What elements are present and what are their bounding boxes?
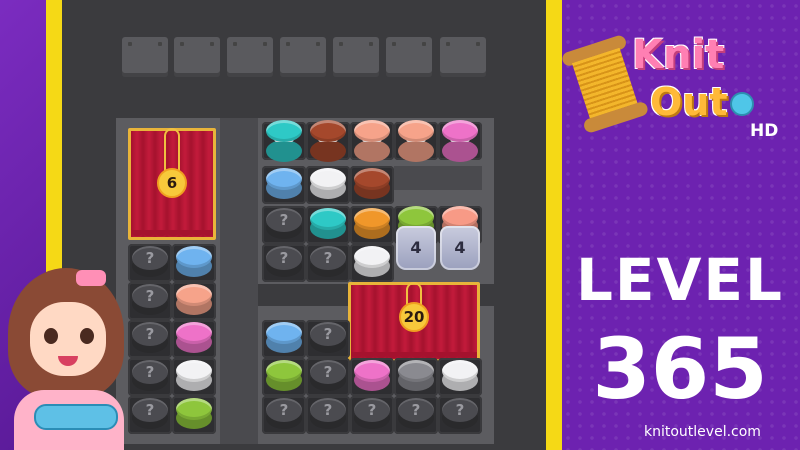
blue-spool[interactable] xyxy=(176,246,212,278)
mystery-spool[interactable]: ? xyxy=(266,246,302,278)
brown-spool[interactable] xyxy=(354,168,390,200)
curtain-count-badge: 6 xyxy=(157,168,187,198)
holding-slot[interactable] xyxy=(280,37,326,77)
logo-hd: HD xyxy=(750,121,779,141)
game-logo: Knit Out HD xyxy=(560,28,786,148)
holding-slot[interactable] xyxy=(174,37,220,77)
curtain-valance xyxy=(131,230,213,240)
curtain-rope xyxy=(164,128,180,172)
orange-spool[interactable] xyxy=(354,208,390,240)
lime-spool[interactable] xyxy=(266,360,302,392)
pink-spool-stack[interactable] xyxy=(442,120,478,164)
lime-spool[interactable] xyxy=(176,398,212,430)
blue-spool[interactable] xyxy=(266,322,302,354)
sewing-button-icon xyxy=(730,92,754,116)
blue-spool[interactable] xyxy=(266,168,302,200)
mascot-eye xyxy=(80,328,94,344)
tray-wall xyxy=(394,166,482,190)
website-watermark: knitoutlevel.com xyxy=(644,424,761,440)
mystery-spool[interactable]: ? xyxy=(310,360,346,392)
peach-spool-stack[interactable] xyxy=(354,120,390,164)
game-controller-icon xyxy=(34,404,118,430)
mystery-spool[interactable]: ? xyxy=(310,322,346,354)
logo-word-out: Out xyxy=(650,80,728,124)
mystery-spool[interactable]: ? xyxy=(398,398,434,430)
logo-word-knit: Knit xyxy=(632,32,725,78)
white-spool[interactable] xyxy=(310,168,346,200)
pink-spool[interactable] xyxy=(354,360,390,392)
mystery-spool[interactable]: ? xyxy=(310,398,346,430)
holding-slot[interactable] xyxy=(386,37,432,77)
mystery-spool[interactable]: ? xyxy=(310,246,346,278)
teal-spool-stack[interactable] xyxy=(266,120,302,164)
mystery-spool[interactable]: ? xyxy=(266,398,302,430)
curtain-count-badge: 20 xyxy=(399,302,429,332)
level-number: 365 xyxy=(592,320,768,418)
tray-divider xyxy=(220,118,258,444)
mascot-eye xyxy=(44,328,58,344)
hair-bow xyxy=(76,270,106,286)
mascot-girl xyxy=(0,262,140,450)
game-screen: 6 ? ? ? ? ? ? ? ? 4 4 20 ? ? ? ? ? ? ? K… xyxy=(0,0,800,450)
white-spool[interactable] xyxy=(442,360,478,392)
white-spool[interactable] xyxy=(176,360,212,392)
holding-slot[interactable] xyxy=(333,37,379,77)
yarn-jar[interactable]: 4 xyxy=(396,226,436,270)
yarn-jar[interactable]: 4 xyxy=(440,226,480,270)
mystery-spool[interactable]: ? xyxy=(266,208,302,240)
brown-spool-stack[interactable] xyxy=(310,120,346,164)
peach-spool-stack[interactable] xyxy=(398,120,434,164)
pink-spool[interactable] xyxy=(176,322,212,354)
mystery-spool[interactable]: ? xyxy=(354,398,390,430)
holding-slot[interactable] xyxy=(122,37,168,77)
gray-spool[interactable] xyxy=(398,360,434,392)
white-spool[interactable] xyxy=(354,246,390,278)
peach-spool[interactable] xyxy=(176,284,212,316)
holding-slot[interactable] xyxy=(440,37,486,77)
holding-slot[interactable] xyxy=(227,37,273,77)
teal-spool[interactable] xyxy=(310,208,346,240)
level-label: LEVEL xyxy=(575,246,785,314)
mystery-spool[interactable]: ? xyxy=(442,398,478,430)
holding-slots xyxy=(122,37,486,77)
